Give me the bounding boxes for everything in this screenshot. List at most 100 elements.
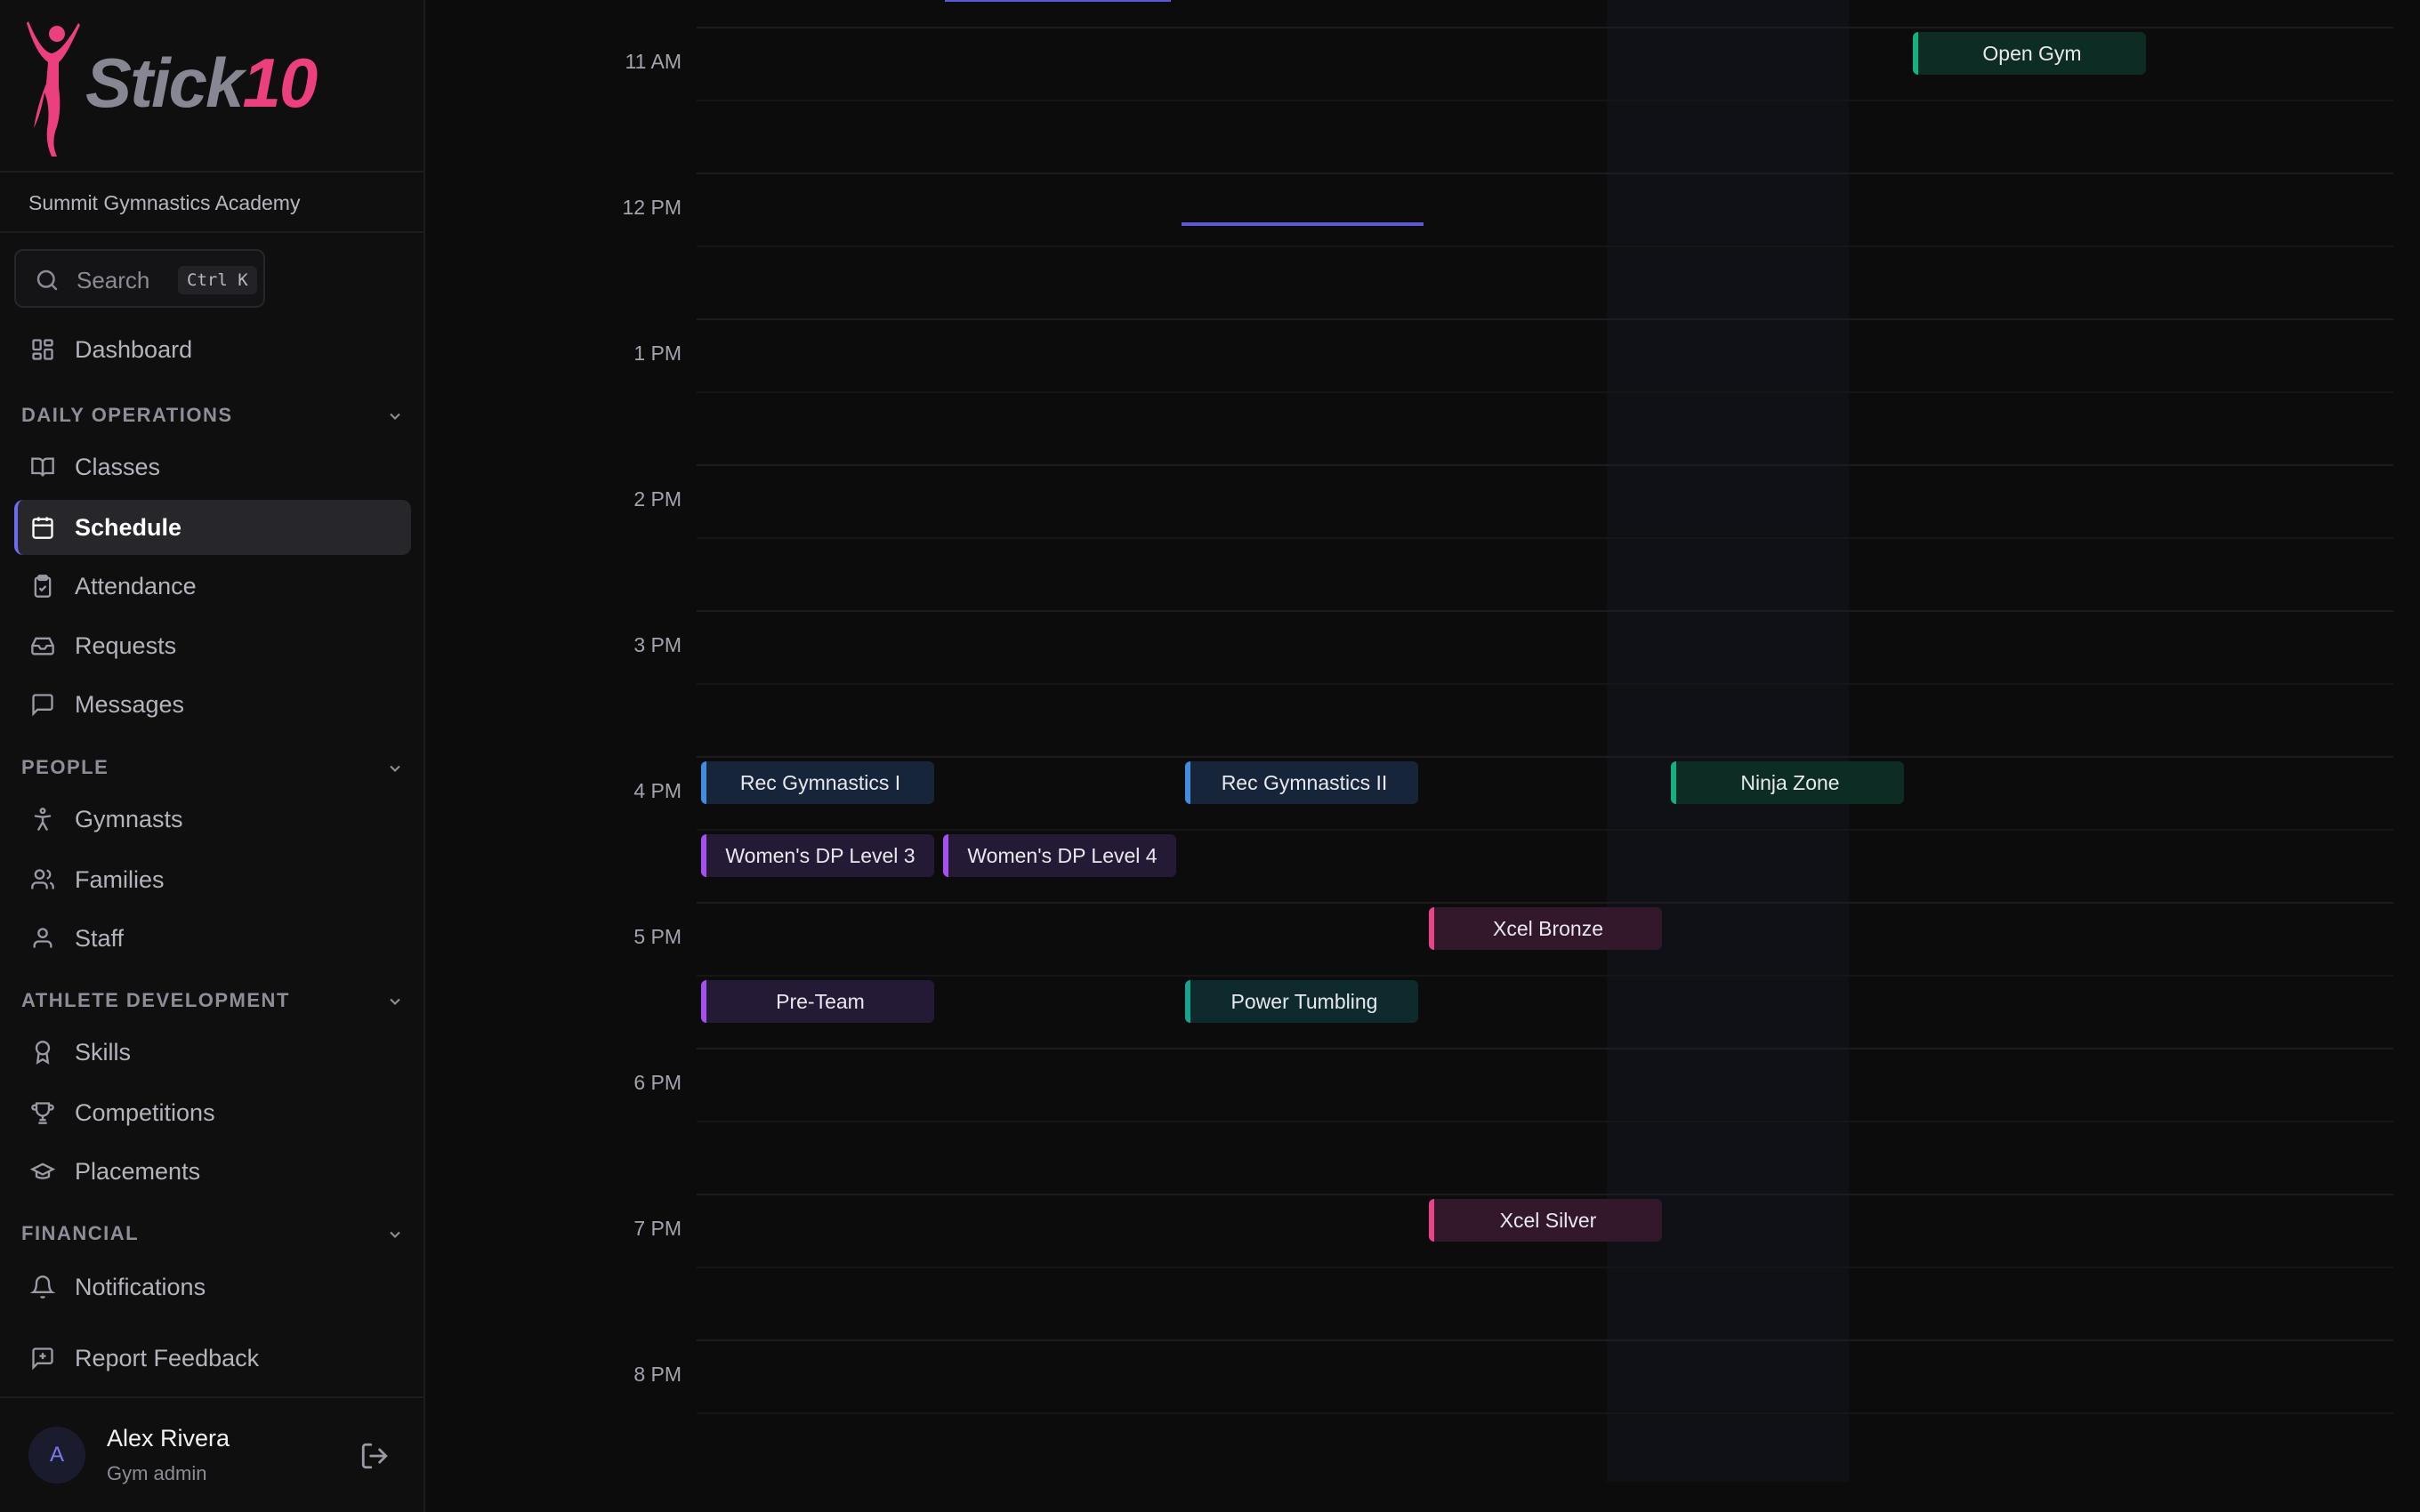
event-pre-team[interactable]: Pre-Team <box>701 980 934 1023</box>
brand-logo[interactable]: Stick10 <box>0 0 424 173</box>
time-label: 12 PM <box>622 196 682 219</box>
brand-wordmark: Stick10 <box>85 43 318 124</box>
current-time-indicator <box>945 0 1171 2</box>
user-profile[interactable]: A Alex Rivera Gym admin <box>0 1396 424 1512</box>
event-power-tumbling[interactable]: Power Tumbling <box>1185 980 1418 1023</box>
grid-line <box>697 683 2393 685</box>
nav-item-skills[interactable]: Skills <box>14 1025 411 1080</box>
grid-line <box>697 27 2393 28</box>
grid-line <box>697 1121 2393 1122</box>
users-icon <box>31 869 54 889</box>
logout-icon[interactable] <box>359 1441 390 1471</box>
time-label: 4 PM <box>633 779 682 802</box>
bell-icon <box>30 1275 55 1299</box>
search-icon <box>36 269 58 291</box>
user-icon <box>33 928 52 948</box>
clipboard-check-icon <box>34 575 52 598</box>
brand-name-part2: 10 <box>242 44 318 122</box>
time-label: 5 PM <box>633 925 682 948</box>
search-button[interactable]: Search Ctrl K <box>14 249 265 308</box>
calendar-icon <box>32 517 53 539</box>
nav-item-label: Skills <box>75 1039 132 1066</box>
trophy-icon <box>31 1102 54 1124</box>
time-label: 11 AM <box>625 50 682 73</box>
nav-item-attendance[interactable]: Attendance <box>14 559 411 614</box>
section-title: DAILY OPERATIONS <box>21 404 233 426</box>
grid-line <box>697 173 2393 174</box>
nav-item-notifications[interactable]: Notifications <box>14 1259 411 1315</box>
nav-item-label: Dashboard <box>75 336 193 363</box>
grid-line <box>697 902 2393 904</box>
avatar[interactable]: A <box>28 1427 85 1484</box>
event-xcel-bronze[interactable]: Xcel Bronze <box>1429 907 1662 950</box>
time-label: 7 PM <box>633 1217 682 1240</box>
section-title: FINANCIAL <box>21 1222 140 1244</box>
grid-line <box>697 318 2393 320</box>
event-rec-gymnastics-1[interactable]: Rec Gymnastics I <box>701 761 934 804</box>
today-column[interactable] <box>1607 0 1849 1482</box>
chevron-down-icon <box>390 1231 400 1238</box>
grid-line <box>697 975 2393 977</box>
time-label: 8 PM <box>633 1363 682 1386</box>
grid-line <box>697 245 2393 247</box>
time-label: 3 PM <box>633 633 682 656</box>
user-name: Alex Rivera <box>107 1425 230 1452</box>
grid-line <box>697 1412 2393 1414</box>
nav-item-gymnasts[interactable]: Gymnasts <box>14 792 411 847</box>
event-ninja-zone[interactable]: Ninja Zone <box>1671 761 1904 804</box>
message-square-icon <box>32 694 53 717</box>
grid-line <box>697 464 2393 466</box>
event-womens-dp-level-4[interactable]: Women's DP Level 4 <box>943 834 1176 877</box>
grid-line <box>697 1194 2393 1195</box>
grid-line <box>697 1339 2393 1341</box>
nav-item-label: Notifications <box>75 1274 206 1300</box>
nav-item-label: Classes <box>75 454 161 480</box>
book-open-icon <box>31 457 54 477</box>
nav-item-label: Report Feedback <box>75 1345 260 1371</box>
nav-item-staff[interactable]: Staff <box>14 911 411 966</box>
time-label: 1 PM <box>633 342 682 365</box>
organization-name[interactable]: Summit Gymnastics Academy <box>0 173 424 233</box>
person-stretch-icon <box>34 808 52 831</box>
section-people[interactable]: PEOPLE <box>21 749 404 784</box>
nav-item-label: Schedule <box>75 514 182 541</box>
search-shortcut: Ctrl K <box>178 266 257 294</box>
brand-name-part1: Stick <box>85 44 244 122</box>
nav-item-competitions[interactable]: Competitions <box>14 1085 411 1140</box>
current-time-indicator <box>1182 222 1424 226</box>
nav-item-dashboard[interactable]: Dashboard <box>14 322 411 377</box>
inbox-icon <box>31 637 54 655</box>
section-athlete-development[interactable]: ATHLETE DEVELOPMENT <box>21 982 404 1017</box>
message-plus-icon <box>32 1347 53 1371</box>
nav-item-label: Staff <box>75 925 125 952</box>
nav-item-label: Messages <box>75 691 185 718</box>
grid-line <box>697 1267 2393 1268</box>
grid-line <box>697 100 2393 101</box>
graduation-cap-icon <box>30 1162 55 1179</box>
time-label: 6 PM <box>633 1071 682 1094</box>
nav-item-messages[interactable]: Messages <box>14 677 411 732</box>
grid-line <box>697 537 2393 539</box>
grid-line <box>697 610 2393 612</box>
grid-line <box>697 1048 2393 1050</box>
section-daily-operations[interactable]: DAILY OPERATIONS <box>21 397 404 432</box>
nav-item-classes[interactable]: Classes <box>14 439 411 495</box>
search-label: Search <box>77 267 150 294</box>
event-womens-dp-level-3[interactable]: Women's DP Level 3 <box>701 834 934 877</box>
section-financial[interactable]: FINANCIAL <box>21 1215 404 1251</box>
award-icon <box>35 1041 51 1065</box>
nav-item-families[interactable]: Families <box>14 852 411 907</box>
nav-item-placements[interactable]: Placements <box>14 1144 411 1199</box>
event-open-gym[interactable]: Open Gym <box>1913 32 2146 75</box>
dashboard-icon <box>32 339 53 360</box>
sidebar: Stick10 Summit Gymnastics Academy Search… <box>0 0 425 1512</box>
grid-line <box>697 391 2393 393</box>
event-xcel-silver[interactable]: Xcel Silver <box>1429 1199 1662 1242</box>
nav-item-schedule[interactable]: Schedule <box>14 500 411 555</box>
grid-line <box>697 829 2393 831</box>
nav-item-label: Requests <box>75 632 177 659</box>
calendar-day-grid: 11 AM 12 PM 1 PM 2 PM 3 PM 4 PM 5 PM 6 P… <box>425 0 2420 1512</box>
event-rec-gymnastics-2[interactable]: Rec Gymnastics II <box>1185 761 1418 804</box>
nav-item-requests[interactable]: Requests <box>14 618 411 673</box>
nav-item-report-feedback[interactable]: Report Feedback <box>14 1331 411 1386</box>
